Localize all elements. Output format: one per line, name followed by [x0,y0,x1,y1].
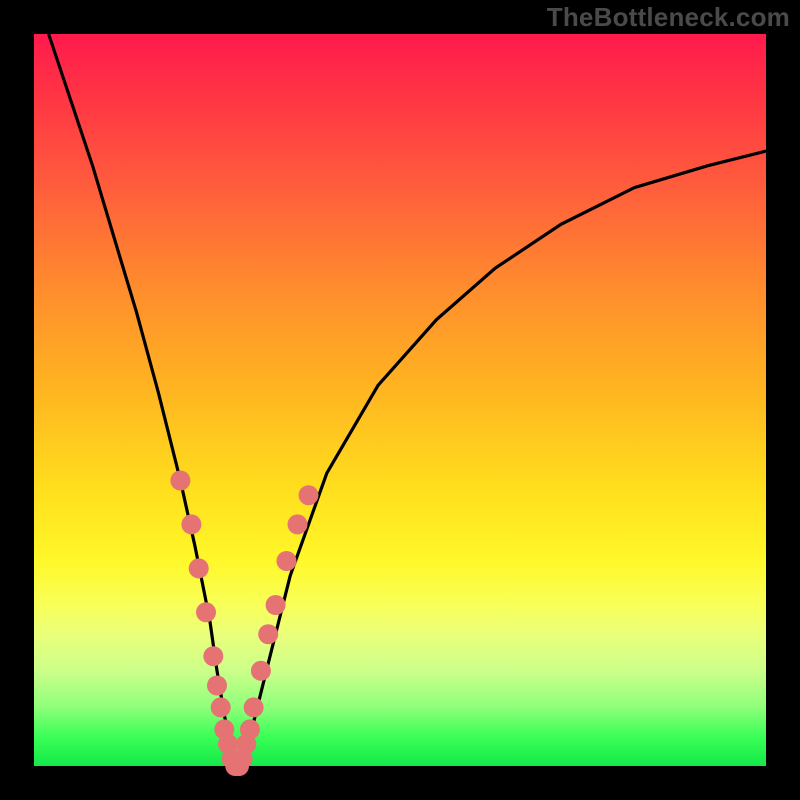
highlight-dot [251,661,271,681]
bottleneck-curve-path [49,34,766,766]
chart-svg [34,34,766,766]
highlight-dot [211,697,231,717]
highlight-dot [258,624,278,644]
highlight-dot [189,558,209,578]
plot-area [34,34,766,766]
highlight-dot [181,514,201,534]
chart-frame: TheBottleneck.com [0,0,800,800]
highlight-dot [240,719,260,739]
highlight-dot [196,602,216,622]
watermark-text: TheBottleneck.com [547,2,790,33]
highlight-dots-group [170,471,318,777]
highlight-dot [277,551,297,571]
highlight-dot [288,514,308,534]
highlight-dot [299,485,319,505]
highlight-dot [244,697,264,717]
highlight-dot [207,676,227,696]
highlight-dot [266,595,286,615]
highlight-dot [170,471,190,491]
highlight-dot [203,646,223,666]
